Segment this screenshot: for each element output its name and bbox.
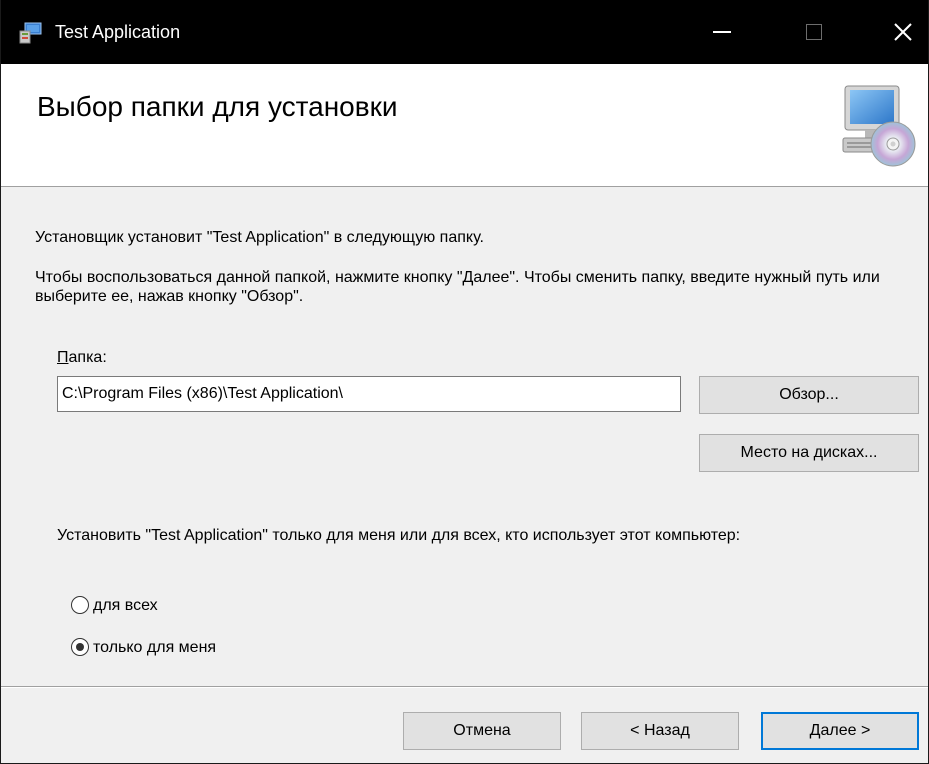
browse-button[interactable]: Обзор... — [699, 376, 919, 414]
radio-everyone-label: для всех — [93, 596, 158, 614]
radio-button-checked[interactable] — [71, 638, 89, 656]
back-button[interactable]: < Назад — [581, 712, 739, 750]
footer-divider — [1, 686, 928, 688]
header-banner: Выбор папки для установки — [1, 64, 928, 187]
folder-label-text: апка: — [68, 349, 107, 366]
minimize-icon — [713, 31, 731, 33]
maximize-icon — [806, 24, 822, 40]
installer-icon — [19, 22, 42, 44]
title-bar[interactable]: Test Application — [1, 0, 928, 64]
instructions-text: Чтобы воспользоваться данной папкой, наж… — [35, 269, 880, 305]
radio-just-me-label: только для меня — [93, 638, 217, 656]
intro-text: Установщик установит "Test Application" … — [35, 229, 484, 246]
radio-selected-dot — [76, 643, 84, 651]
radio-button-unchecked[interactable] — [71, 596, 89, 614]
minimize-button[interactable] — [676, 0, 768, 64]
folder-label: Папка: — [57, 348, 107, 367]
window-title: Test Application — [55, 22, 181, 42]
cancel-button[interactable]: Отмена — [403, 712, 561, 750]
install-scope-label: Установить "Test Application" только для… — [57, 527, 741, 544]
maximize-button[interactable] — [768, 0, 860, 64]
radio-everyone[interactable]: для всех — [71, 594, 158, 616]
folder-path-input[interactable] — [57, 376, 681, 412]
next-button[interactable]: Далее > — [761, 712, 919, 750]
close-icon — [894, 23, 912, 41]
page-title: Выбор папки для установки — [37, 91, 398, 122]
close-button[interactable] — [857, 0, 929, 64]
folder-label-mnemonic: П — [57, 349, 69, 366]
installer-window: Test Application Выбор папки для установ… — [0, 0, 929, 764]
disk-cost-button[interactable]: Место на дисках... — [699, 434, 919, 472]
computer-disc-icon — [842, 85, 916, 167]
radio-just-me[interactable]: только для меня — [71, 636, 216, 658]
